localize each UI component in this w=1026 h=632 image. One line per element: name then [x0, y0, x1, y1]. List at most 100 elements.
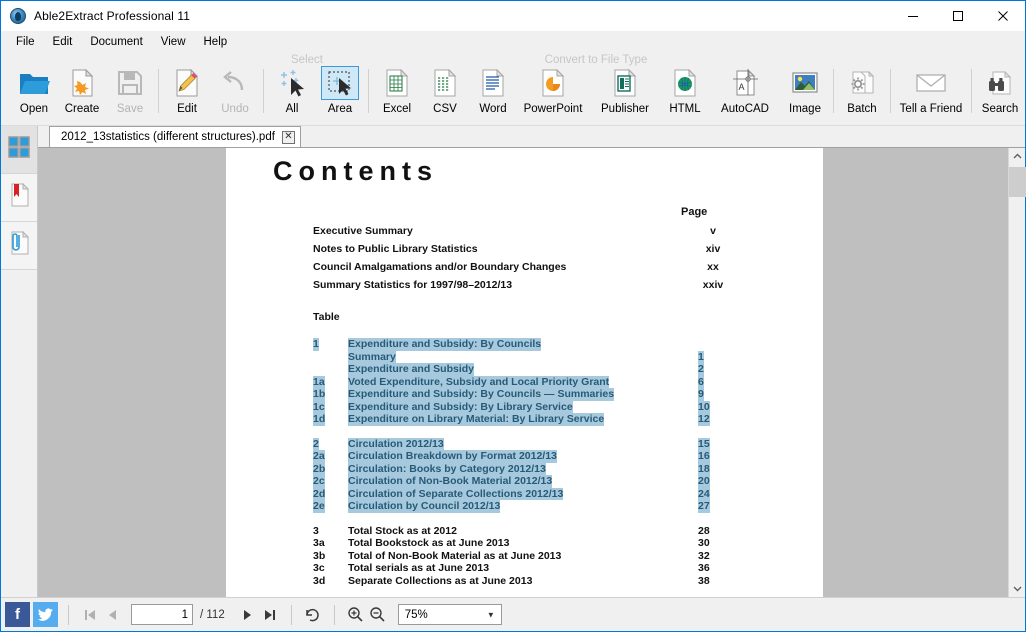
front-matter-title: Council Amalgamations and/or Boundary Ch…	[313, 261, 567, 273]
side-panel-rail	[1, 126, 38, 597]
menu-item-help[interactable]: Help	[195, 33, 237, 51]
toc-row[interactable]: 2b Circulation: Books by Category 2012/13…	[313, 462, 813, 475]
status-bar: f / 112	[1, 597, 1025, 631]
toc-spacer	[313, 426, 813, 438]
document-tab[interactable]: 2012_13statistics (different structures)…	[49, 126, 301, 147]
convert-image-button[interactable]: Image	[781, 59, 829, 125]
menu-item-document[interactable]: Document	[81, 33, 151, 51]
toc-row[interactable]: Expenditure and Subsidy 2	[313, 363, 813, 376]
menu-item-edit[interactable]: Edit	[44, 33, 82, 51]
toc-row[interactable]: 1c Expenditure and Subsidy: By Library Se…	[313, 400, 813, 413]
scrollbar-track[interactable]	[1009, 165, 1026, 580]
toc-row[interactable]: 2d Circulation of Separate Collections 20…	[313, 487, 813, 500]
toc-row-title: Total serials as at June 2013	[348, 562, 490, 574]
rail-item-bookmarks[interactable]	[1, 174, 37, 222]
toc-row[interactable]: 3d Separate Collections as at June 2013 3…	[313, 575, 813, 588]
close-tab-icon[interactable]: ✕	[281, 130, 295, 144]
convert-csv-button[interactable]: CSV	[421, 59, 469, 125]
convert-word-button[interactable]: Word	[469, 59, 517, 125]
zoom-out-icon[interactable]	[367, 603, 389, 627]
save-button[interactable]: Save	[106, 59, 154, 125]
menu-item-file[interactable]: File	[7, 33, 44, 51]
rotate-icon[interactable]	[302, 603, 324, 627]
undo-button-label: Undo	[221, 103, 249, 115]
table-section-label: Table	[313, 311, 340, 323]
zoom-in-icon[interactable]	[345, 603, 367, 627]
select-area-icon	[321, 66, 359, 100]
next-page-icon[interactable]	[237, 603, 259, 627]
menu-item-view[interactable]: View	[152, 33, 195, 51]
convert-excel-button[interactable]: Excel	[373, 59, 421, 125]
convert-powerpoint-label: PowerPoint	[523, 103, 583, 115]
status-divider	[290, 604, 292, 625]
convert-html-button[interactable]: HTML	[661, 59, 709, 125]
convert-csv-label: CSV	[433, 103, 457, 115]
select-all-button[interactable]: All	[268, 59, 316, 125]
toc-spacer	[313, 513, 813, 525]
toc-row[interactable]: 3 Total Stock as at 2012 28	[313, 525, 813, 538]
rail-item-thumbnails[interactable]	[1, 126, 37, 174]
thumbnails-icon	[7, 135, 31, 164]
search-button-label: Search	[981, 103, 1019, 115]
facebook-icon[interactable]: f	[5, 602, 30, 627]
edit-button-label: Edit	[177, 103, 197, 115]
scroll-down-icon[interactable]	[1009, 580, 1025, 597]
convert-autocad-label: AutoCAD	[721, 103, 769, 115]
convert-autocad-button[interactable]: A AutoCAD	[709, 59, 781, 125]
batch-button[interactable]: Batch	[838, 59, 886, 125]
convert-publisher-button[interactable]: Publisher	[589, 59, 661, 125]
status-divider	[68, 604, 69, 625]
toc-row-title: Voted Expenditure, Subsidy and Local Pri…	[348, 375, 610, 388]
previous-page-icon[interactable]	[101, 603, 123, 627]
tell-a-friend-button[interactable]: Tell a Friend	[895, 59, 967, 125]
toc-row[interactable]: Summary 1	[313, 350, 813, 363]
convert-powerpoint-button[interactable]: PowerPoint	[517, 59, 589, 125]
search-button[interactable]: Search	[976, 59, 1024, 125]
toc-row-number: 2a	[313, 450, 325, 463]
rail-item-attachments[interactable]	[1, 222, 37, 270]
bookmarks-icon	[7, 182, 31, 213]
toc-row[interactable]: 3c Total serials as at June 2013 36	[313, 562, 813, 575]
zoom-level-value: 75%	[404, 608, 428, 621]
scroll-up-icon[interactable]	[1009, 148, 1025, 165]
application-window: Able2Extract Professional 11 File Edit D…	[0, 0, 1026, 632]
toc-row[interactable]: 3a Total Bookstock as at June 2013 30	[313, 537, 813, 550]
toc-row-number: 2d	[313, 487, 326, 500]
last-page-icon[interactable]	[259, 603, 281, 627]
toc-row[interactable]: 1 Expenditure and Subsidy: By Councils	[313, 338, 813, 351]
toc-row[interactable]: 2c Circulation of Non-Book Material 2012/…	[313, 475, 813, 488]
zoom-level-select[interactable]: 75% ▼	[397, 604, 502, 625]
toc-row-number: 1	[313, 338, 319, 351]
toc-row[interactable]: 1d Expenditure on Library Material: By Li…	[313, 413, 813, 426]
pdf-canvas[interactable]: Contents Page Executive Summary v Notes …	[38, 148, 1008, 597]
page-number-input[interactable]	[131, 604, 193, 625]
toolbar-divider	[158, 69, 159, 113]
toc-row[interactable]: 1a Voted Expenditure, Subsidy and Local P…	[313, 375, 813, 388]
twitter-icon[interactable]	[33, 602, 58, 627]
toc-row[interactable]: 2a Circulation Breakdown by Format 2012/1…	[313, 450, 813, 463]
toc-row-page: 9	[698, 388, 704, 401]
vertical-scrollbar[interactable]	[1008, 148, 1026, 597]
select-area-button-label: Area	[327, 103, 353, 115]
toc-row[interactable]: 1b Expenditure and Subsidy: By Councils —…	[313, 388, 813, 401]
scrollbar-thumb[interactable]	[1009, 167, 1026, 197]
convert-html-label: HTML	[669, 103, 701, 115]
open-button-label: Open	[19, 103, 49, 115]
table-of-contents: 1 Expenditure and Subsidy: By Councils Sum…	[313, 338, 813, 587]
maximize-icon[interactable]	[935, 1, 980, 31]
attachments-icon	[7, 230, 31, 261]
select-area-button[interactable]: Area	[316, 59, 364, 125]
create-button[interactable]: Create	[58, 59, 106, 125]
toc-row[interactable]: 2 Circulation 2012/13 15	[313, 437, 813, 450]
open-button[interactable]: Open	[10, 59, 58, 125]
undo-button[interactable]: Undo	[211, 59, 259, 125]
front-matter-page: xxiv	[702, 279, 724, 291]
minimize-icon[interactable]	[890, 1, 935, 31]
toc-row[interactable]: 3b Total of Non-Book Material as at June …	[313, 550, 813, 563]
toc-row[interactable]: 2e Circulation by Council 2012/13 27	[313, 500, 813, 513]
first-page-icon[interactable]	[79, 603, 101, 627]
edit-button[interactable]: Edit	[163, 59, 211, 125]
pdf-page[interactable]: Contents Page Executive Summary v Notes …	[226, 148, 823, 597]
close-icon[interactable]	[980, 1, 1025, 31]
toc-row-page: 16	[698, 450, 710, 463]
